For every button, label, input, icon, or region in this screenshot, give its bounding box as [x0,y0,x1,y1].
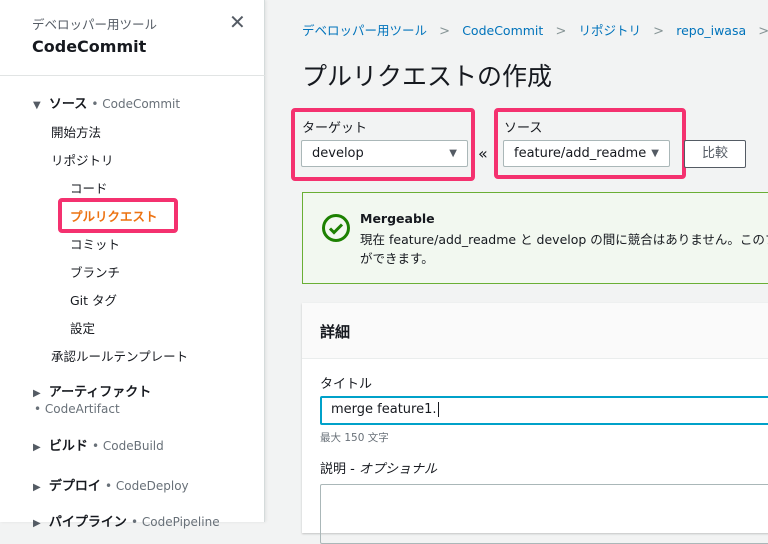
caret-right-icon: ▶ [33,482,41,493]
source-label: ソース [504,121,543,136]
chevron-right-icon: > [439,24,451,39]
sidebar-title: CodeCommit [32,37,147,56]
sidebar: デベロッパー用ツール CodeCommit ✕ ▼ ソース • CodeComm… [0,0,265,530]
section-service: • CodeDeploy [105,479,189,493]
section-label: ビルド [48,439,88,454]
caret-down-icon: ▼ [449,148,457,159]
caret-right-icon: ▶ [33,442,41,453]
title-input[interactable]: merge feature1. [320,396,768,425]
chevron-right-icon: > [555,24,567,39]
alert-message-line1: 現在 feature/add_readme と develop の間に競合はあり… [360,232,768,247]
source-value: feature/add_readme [514,146,647,161]
details-panel: 詳細 タイトル merge feature1. 最大 150 文字 説明 - オ… [302,303,768,544]
section-build[interactable]: ▶ ビルド • CodeBuild [33,435,164,454]
chevron-right-icon: > [653,24,665,39]
nav-settings[interactable]: 設定 [70,318,95,337]
description-label: 説明 - オプショナル [320,458,437,477]
panel-header [302,303,768,359]
title-hint: 最大 150 文字 [320,432,389,444]
breadcrumb-link[interactable]: repo_iwasa [676,23,746,38]
breadcrumb-link[interactable]: リポジトリ [579,23,642,38]
section-label: ソース [48,97,88,112]
optional-tag: オプショナル [358,462,437,477]
section-service: • CodePipeline [131,515,220,529]
nav-pull-requests[interactable]: プルリクエスト [70,206,158,225]
merge-arrow-icon: « [478,144,488,163]
alert-message-line2: ができます。 [360,251,434,266]
caret-down-icon: ▼ [33,100,41,111]
section-source[interactable]: ▼ ソース • CodeCommit [33,93,180,112]
chevron-right-icon: > [758,24,768,39]
page-title: プルリクエストの作成 [302,62,553,91]
source-branch-select[interactable]: feature/add_readme ▼ [503,140,670,167]
section-pipeline[interactable]: ▶ パイプライン • CodePipeline [33,511,220,530]
alert-title: Mergeable [360,211,435,226]
caret-right-icon: ▶ [33,388,41,399]
title-value: merge feature1. [331,402,437,417]
nav-code[interactable]: コード [70,178,108,197]
section-label: アーティファクト [48,385,152,400]
mergeable-alert: Mergeable 現在 feature/add_readme と develo… [302,192,768,284]
compare-button[interactable]: 比較 [684,140,746,168]
nav-commits[interactable]: コミット [70,234,120,253]
breadcrumb-link[interactable]: デベロッパー用ツール [302,23,427,38]
text-cursor [437,402,439,417]
target-branch-select[interactable]: develop ▼ [301,140,468,167]
nav-git-tags[interactable]: Git タグ [70,290,117,309]
sidebar-category: デベロッパー用ツール [32,17,158,32]
description-label-text: 説明 - [320,462,359,477]
close-icon[interactable]: ✕ [229,10,246,34]
description-textarea[interactable] [320,484,768,544]
nav-repositories[interactable]: リポジトリ [51,150,114,169]
success-check-icon [322,214,350,242]
breadcrumb-link[interactable]: CodeCommit [462,23,543,38]
section-label: パイプライン [48,515,127,530]
section-artifacts[interactable]: ▶ アーティファクト [33,381,151,400]
details-heading: 詳細 [320,323,351,341]
nav-approval-templates[interactable]: 承認ルールテンプレート [51,346,188,365]
nav-branches[interactable]: ブランチ [70,262,120,281]
section-service: • CodeBuild [92,439,164,453]
target-value: develop [312,146,364,161]
section-label: デプロイ [48,479,101,494]
section-service: • CodeCommit [91,97,181,111]
breadcrumb: デベロッパー用ツール > CodeCommit > リポジトリ > repo_i… [302,20,768,39]
section-deploy[interactable]: ▶ デプロイ • CodeDeploy [33,475,189,494]
nav-getting-started[interactable]: 開始方法 [51,122,101,141]
divider [0,75,265,76]
title-label: タイトル [320,377,373,392]
caret-down-icon: ▼ [651,148,659,159]
caret-right-icon: ▶ [33,518,41,529]
target-label: ターゲット [302,121,368,136]
section-service: • CodeArtifact [34,402,120,416]
